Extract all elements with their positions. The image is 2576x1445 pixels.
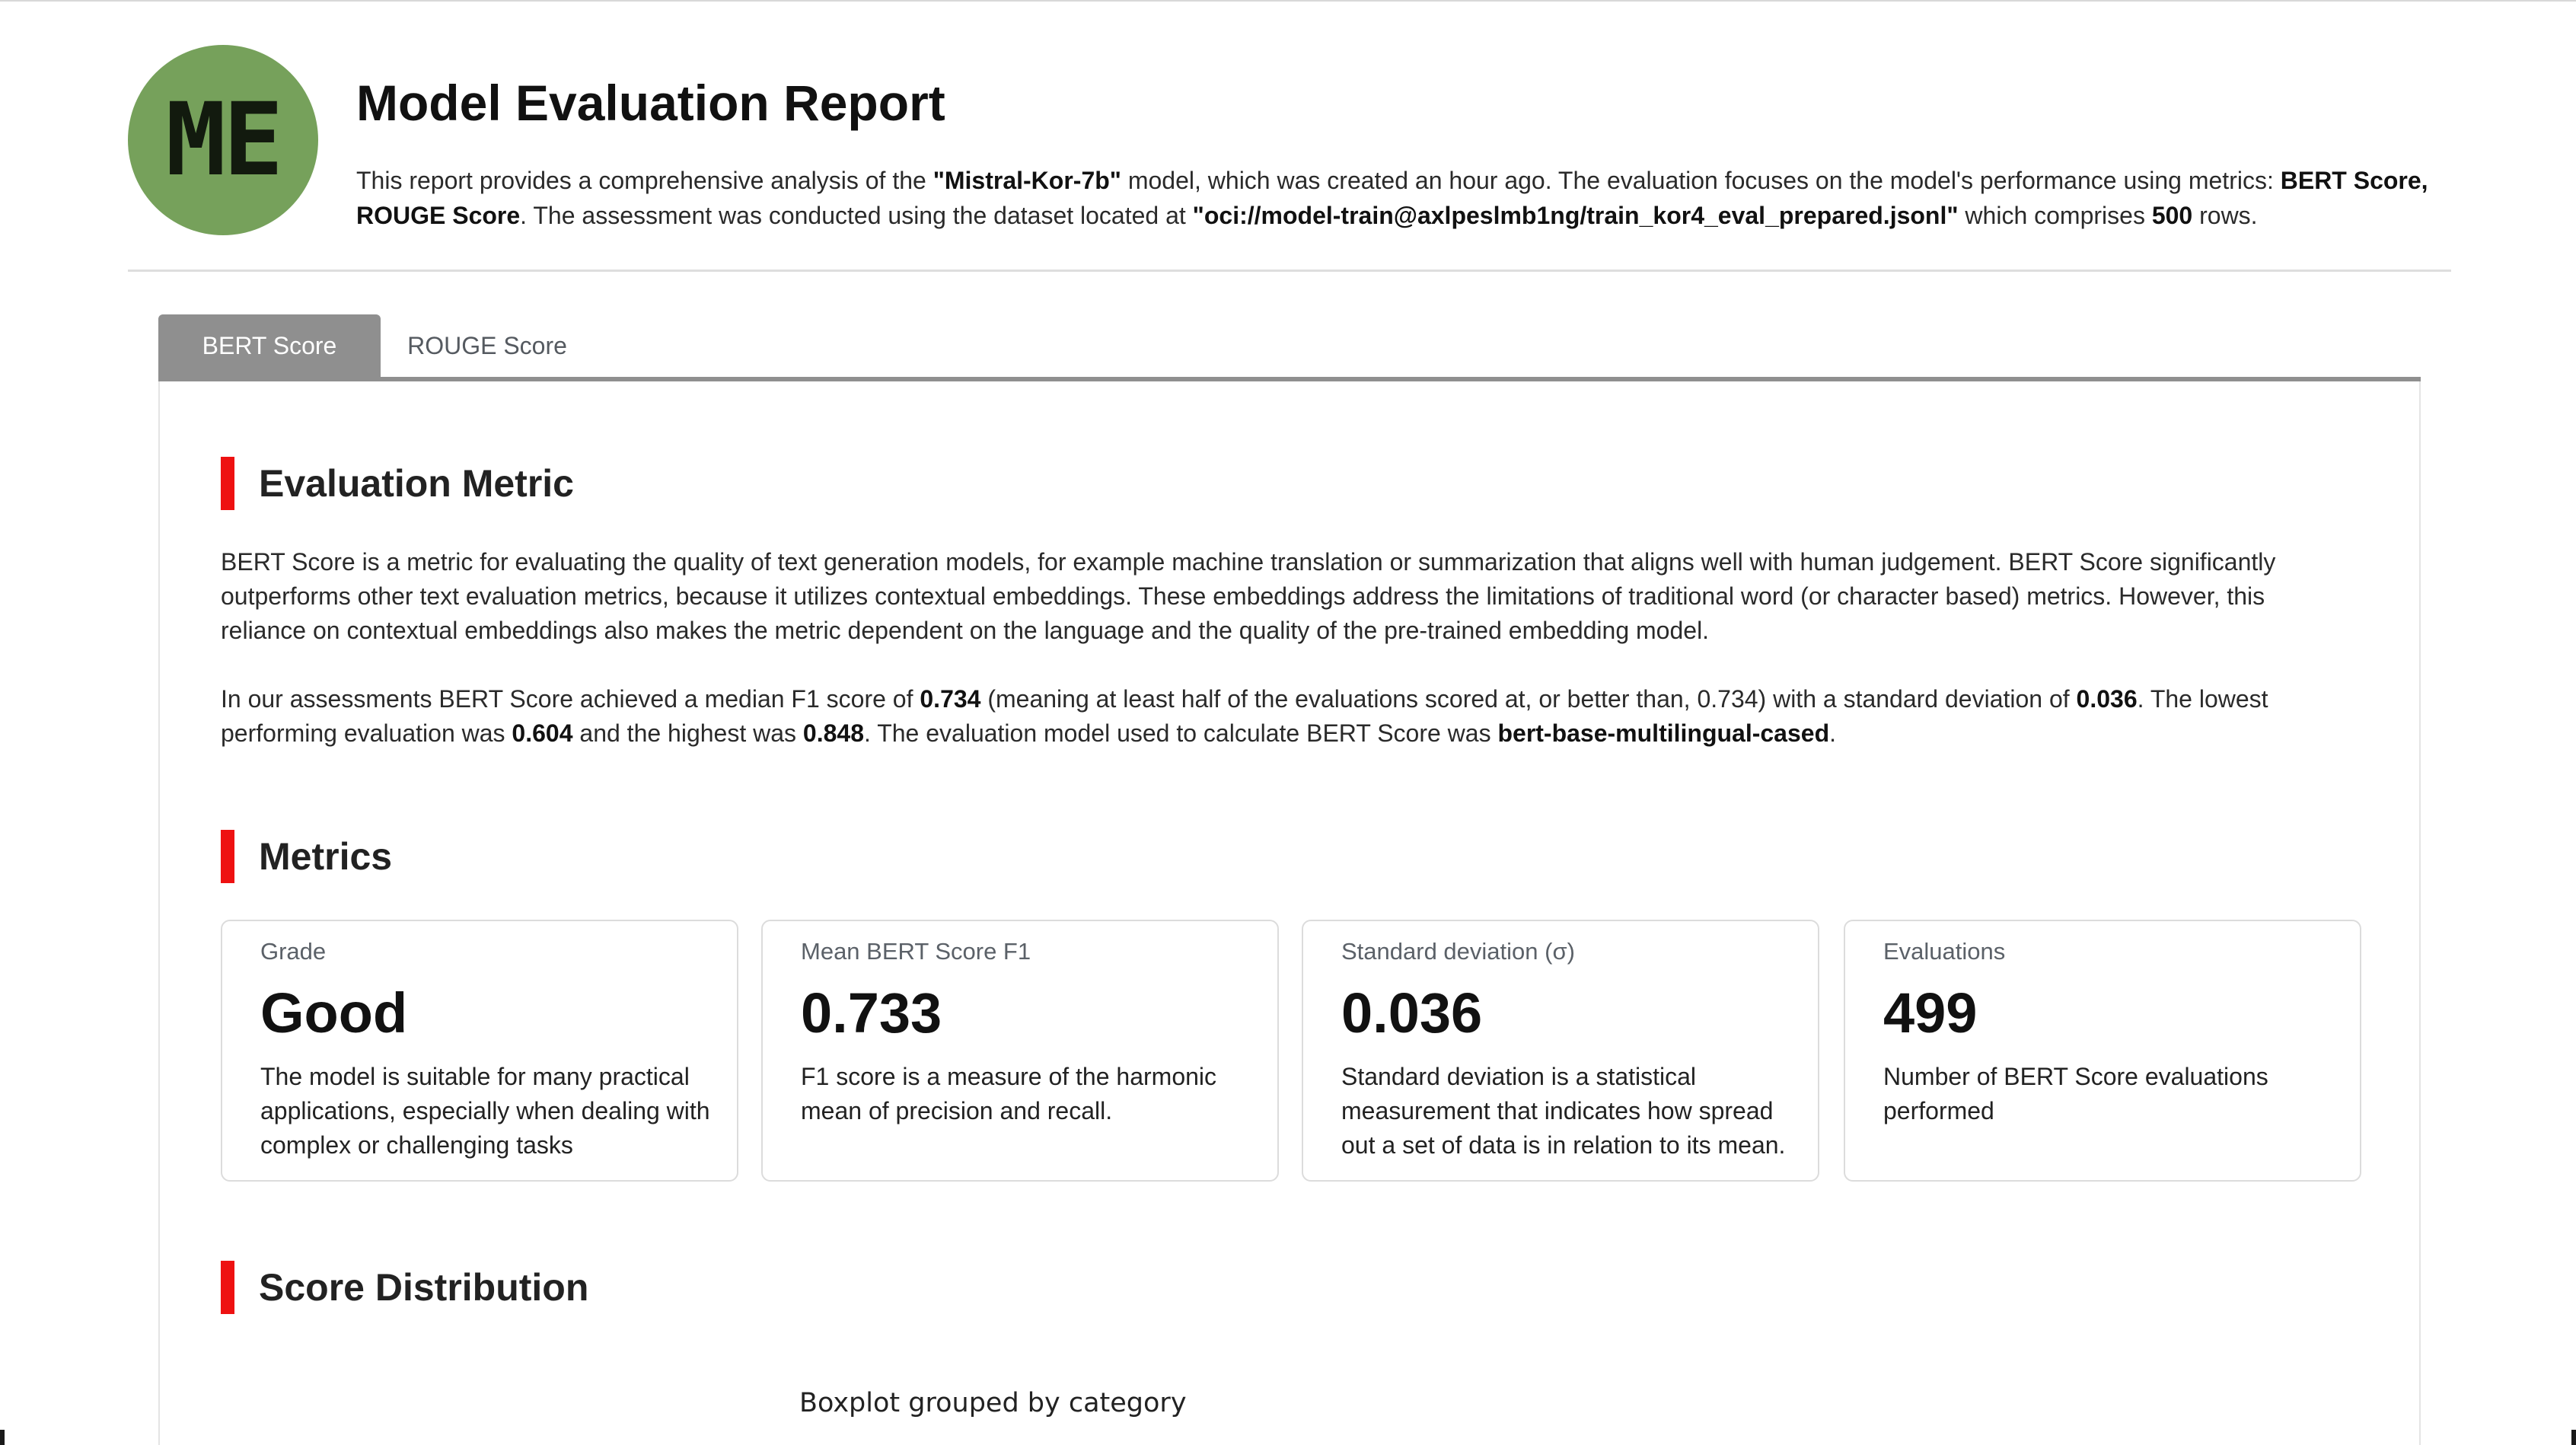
card-label: Evaluations xyxy=(1883,938,2006,965)
intro-rows: 500 xyxy=(2151,202,2193,229)
metric-summary: In our assessments BERT Score achieved a… xyxy=(221,682,2322,751)
summary-median: 0.734 xyxy=(920,685,981,713)
card-value: 499 xyxy=(1883,981,1978,1045)
section-heading: Score Distribution xyxy=(259,1266,589,1309)
section-heading: Evaluation Metric xyxy=(259,462,574,505)
intro-text-4: which comprises xyxy=(1958,202,2152,229)
card-description: The model is suitable for many practical… xyxy=(260,1063,710,1159)
card-description: F1 score is a measure of the harmonic me… xyxy=(801,1063,1217,1124)
metric-card-evaluations: Evaluations 499 Number of BERT Score eva… xyxy=(1844,920,2361,1182)
summary-std: 0.036 xyxy=(2076,685,2138,713)
summary-max: 0.848 xyxy=(802,719,864,747)
intro-text-1: This report provides a comprehensive ana… xyxy=(356,167,933,194)
report-page: ME Model Evaluation Report This report p… xyxy=(0,0,2576,1445)
section-accent-bar xyxy=(221,457,234,510)
window-corner-left xyxy=(0,1430,5,1445)
summary-min: 0.604 xyxy=(512,719,573,747)
page-title: Model Evaluation Report xyxy=(356,75,945,131)
summary-text-5: . The evaluation model used to calculate… xyxy=(864,719,1498,747)
card-value: Good xyxy=(260,981,408,1045)
intro-model-name: "Mistral-Kor-7b" xyxy=(933,167,1121,194)
metric-card-grade: Grade Good The model is suitable for man… xyxy=(221,920,738,1182)
section-evaluation-metric: Evaluation Metric xyxy=(221,457,574,510)
intro-dataset: "oci://model-train@axlpeslmb1ng/train_ko… xyxy=(1192,202,1959,229)
metric-card-std-dev: Standard deviation (σ) 0.036 Standard de… xyxy=(1302,920,1819,1182)
metric-card-mean-f1: Mean BERT Score F1 0.733 F1 score is a m… xyxy=(761,920,1279,1182)
tab-bert-score[interactable]: BERT Score xyxy=(158,314,381,377)
tab-label: BERT Score xyxy=(202,331,337,359)
card-description: Number of BERT Score evaluations perform… xyxy=(1883,1063,2268,1124)
card-value: 0.036 xyxy=(1341,981,1483,1045)
card-label: Grade xyxy=(260,938,327,965)
summary-text-1: In our assessments BERT Score achieved a… xyxy=(221,685,920,713)
card-value: 0.733 xyxy=(801,981,942,1045)
report-intro: This report provides a comprehensive ana… xyxy=(356,163,2457,233)
window-corner-right xyxy=(2571,1430,2576,1445)
intro-text-3: . The assessment was conducted using the… xyxy=(520,202,1193,229)
tab-panel-bert-score: Evaluation Metric BERT Score is a metric… xyxy=(158,381,2421,1445)
summary-eval-model: bert-base-multilingual-cased xyxy=(1497,719,1830,747)
section-score-distribution: Score Distribution xyxy=(221,1261,588,1314)
card-label: Standard deviation (σ) xyxy=(1341,938,1575,965)
section-heading: Metrics xyxy=(259,835,393,878)
summary-text-4: and the highest was xyxy=(572,719,803,747)
metric-description: BERT Score is a metric for evaluating th… xyxy=(221,548,2276,644)
report-header: ME Model Evaluation Report This report p… xyxy=(128,45,2450,266)
boxplot-title: Boxplot grouped by category xyxy=(799,1388,1187,1418)
card-label: Mean BERT Score F1 xyxy=(801,938,1031,965)
metric-tabs: BERT Score ROUGE Score xyxy=(158,314,2421,381)
section-accent-bar xyxy=(221,830,234,883)
intro-text-5: rows. xyxy=(2192,202,2258,229)
intro-text-2: model, which was created an hour ago. Th… xyxy=(1121,167,2281,194)
model-avatar: ME xyxy=(128,45,318,235)
header-divider xyxy=(128,270,2451,272)
summary-text-2: (meaning at least half of the evaluation… xyxy=(980,685,2077,713)
avatar-initials: ME xyxy=(165,81,284,199)
summary-text-6: . xyxy=(1829,719,1836,747)
section-accent-bar xyxy=(221,1261,234,1314)
tab-rouge-score[interactable]: ROUGE Score xyxy=(381,314,594,377)
tab-label: ROUGE Score xyxy=(407,331,567,359)
section-metrics: Metrics xyxy=(221,830,392,883)
card-description: Standard deviation is a statistical meas… xyxy=(1341,1063,1786,1159)
